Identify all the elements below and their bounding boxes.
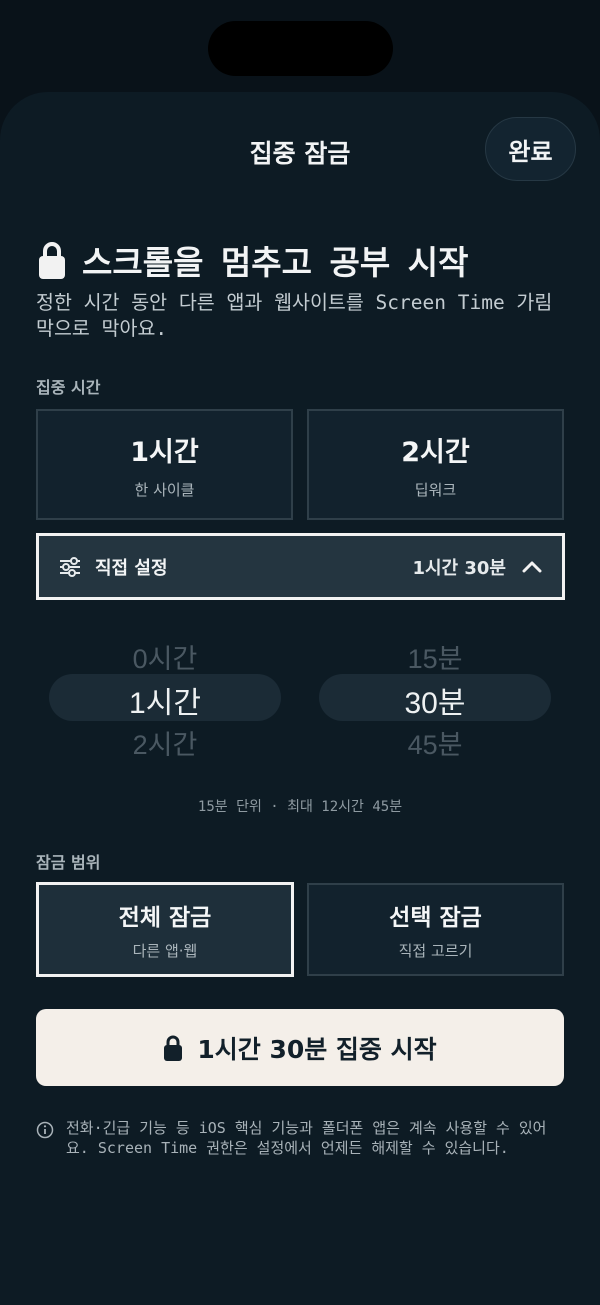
footer-note-text: 전화·긴급 기능 등 iOS 핵심 기능과 폴더폰 앱은 계속 사용할 수 있어…: [66, 1119, 547, 1157]
picker-option-selected[interactable]: 30분: [319, 678, 551, 722]
focus-time-label: 집중 시간: [36, 378, 101, 397]
scope-subtitle: 직접 고르기: [398, 942, 473, 960]
hero-description: 정한 시간 동안 다른 앱과 웹사이트를 Screen Time 가림막으로 막…: [36, 291, 553, 340]
hero-title: 스크롤을 멈추고 공부 시작: [82, 243, 469, 282]
preset-1-hour[interactable]: 1시간 한 사이클: [36, 409, 293, 520]
preset-subtitle: 한 사이클: [134, 480, 195, 499]
dynamic-island: [208, 21, 393, 76]
picker-option[interactable]: 45분: [319, 723, 551, 762]
preset-title: 1시간: [130, 436, 199, 468]
scope-subtitle: 다른 앱·웹: [132, 942, 198, 960]
custom-time-value: 1시간 30분: [412, 557, 506, 579]
picker-option[interactable]: 15분: [319, 637, 551, 676]
lock-icon: [38, 240, 66, 280]
lock-icon: [163, 1034, 183, 1062]
scope-full-lock[interactable]: 전체 잠금 다른 앱·웹: [36, 882, 294, 977]
start-focus-label: 1시간 30분 집중 시작: [197, 1034, 437, 1064]
preset-2-hours[interactable]: 2시간 딥워크: [307, 409, 564, 520]
picker-option[interactable]: 0시간: [49, 637, 281, 676]
scope-title: 선택 잠금: [389, 905, 482, 931]
scope-title: 전체 잠금: [118, 905, 212, 931]
hero-header: 스크롤을 멈추고 공부 시작: [38, 236, 468, 284]
done-button[interactable]: 완료: [485, 117, 576, 181]
custom-time-toggle[interactable]: 직접 설정 1시간 30분: [36, 533, 565, 600]
chevron-up-icon: [522, 561, 542, 573]
picker-option-selected[interactable]: 1시간: [49, 678, 281, 722]
footer-note: 전화·긴급 기능 등 iOS 핵심 기능과 폴더폰 앱은 계속 사용할 수 있어…: [36, 1118, 556, 1158]
sliders-icon: [59, 556, 81, 577]
scope-selective-lock[interactable]: 선택 잠금 직접 고르기: [307, 883, 564, 976]
lock-scope-label: 잠금 범위: [36, 853, 101, 872]
preset-title: 2시간: [401, 436, 470, 468]
info-icon: [36, 1121, 54, 1158]
picker-hint: 15분 단위 · 최대 12시간 45분: [197, 799, 403, 815]
preset-subtitle: 딥워크: [414, 480, 457, 499]
start-focus-button[interactable]: 1시간 30분 집중 시작: [36, 1009, 564, 1086]
picker-option[interactable]: 2시간: [49, 723, 281, 762]
custom-time-label: 직접 설정: [95, 557, 168, 579]
